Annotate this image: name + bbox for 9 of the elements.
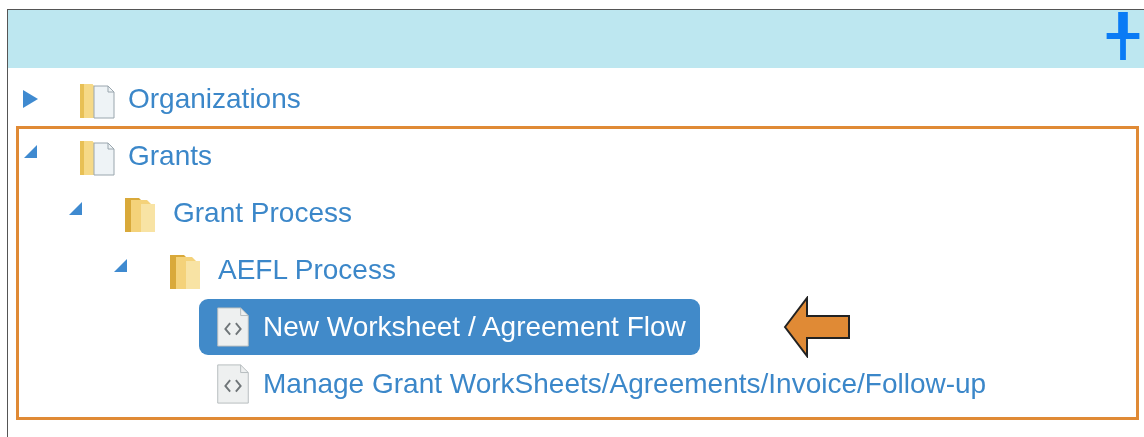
tree-item[interactable]: Organizations [64,70,315,127]
tree-item[interactable]: Grant Process [109,184,366,241]
tree-item[interactable]: New Worksheet / Agreement Flow [199,298,700,355]
callout-arrow [783,296,851,358]
expand-arrow-icon[interactable] [22,88,38,109]
tree-item[interactable]: Manage Grant WorkSheets/Agreements/Invoice/Follow-up [199,355,1001,412]
tree-item[interactable]: AEFL Process [154,241,410,298]
pin-icon[interactable] [1106,10,1140,62]
tree-item[interactable]: Grants [64,127,227,184]
